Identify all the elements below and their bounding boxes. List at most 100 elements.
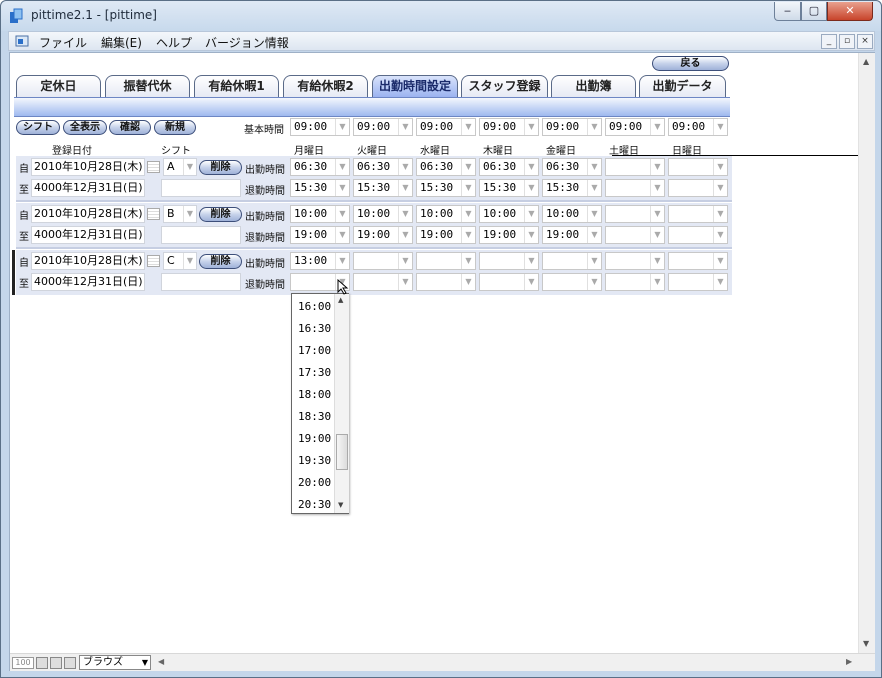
dropdown-option[interactable]: 16:30 [298, 322, 331, 335]
mode-select[interactable]: ブラウズ ▼ [79, 655, 151, 670]
work-in-field-6[interactable]: ▼ [605, 252, 665, 270]
chevron-down-icon[interactable]: ▼ [713, 227, 727, 243]
base-time-field-3[interactable]: 09:00 ▼ [416, 118, 476, 136]
work-out-field-4[interactable]: 15:30 ▼ [479, 179, 539, 197]
chevron-down-icon[interactable]: ▼ [335, 253, 349, 269]
dropdown-option[interactable]: 20:30 [298, 498, 331, 511]
chevron-down-icon[interactable]: ▼ [587, 159, 601, 175]
chevron-down-icon[interactable]: ▼ [650, 227, 664, 243]
work-in-field-3[interactable]: ▼ [416, 252, 476, 270]
chevron-down-icon[interactable]: ▼ [713, 180, 727, 196]
minimize-button[interactable]: ‒ [774, 2, 801, 21]
back-button[interactable]: 戻る [652, 56, 729, 71]
base-time-field-6[interactable]: 09:00 ▼ [605, 118, 665, 136]
base-time-field-1[interactable]: 09:00 ▼ [290, 118, 350, 136]
work-out-field-6[interactable]: ▼ [605, 179, 665, 197]
work-in-field-5[interactable]: 06:30 ▼ [542, 158, 602, 176]
chevron-down-icon[interactable]: ▼ [713, 253, 727, 269]
chevron-down-icon[interactable]: ▼ [650, 180, 664, 196]
menu-help[interactable]: ヘルプ [156, 34, 192, 51]
chevron-down-icon[interactable]: ▼ [524, 274, 538, 290]
chevron-down-icon[interactable]: ▼ [650, 206, 664, 222]
scroll-down-icon[interactable]: ▼ [863, 639, 869, 648]
shift-select[interactable]: B ▼ [163, 205, 197, 223]
work-out-field-6[interactable]: ▼ [605, 226, 665, 244]
work-in-field-1[interactable]: 06:30 ▼ [290, 158, 350, 176]
tab-paid-leave-1[interactable]: 有給休暇1 [194, 75, 279, 97]
chevron-down-icon[interactable]: ▼ [398, 274, 412, 290]
dropdown-option[interactable]: 18:00 [298, 388, 331, 401]
chevron-down-icon[interactable]: ▼ [524, 180, 538, 196]
work-out-field-4[interactable]: ▼ [479, 273, 539, 291]
zoom-level[interactable]: 100 [12, 657, 34, 669]
chevron-down-icon[interactable]: ▼ [650, 119, 664, 135]
tab-attendance-data[interactable]: 出勤データ [639, 75, 726, 97]
chevron-down-icon[interactable]: ▼ [587, 119, 601, 135]
chevron-down-icon[interactable]: ▼ [335, 206, 349, 222]
chevron-down-icon[interactable]: ▼ [524, 253, 538, 269]
window-icon[interactable] [64, 657, 76, 669]
chevron-down-icon[interactable]: ▼ [713, 159, 727, 175]
chevron-down-icon[interactable]: ▼ [183, 159, 196, 175]
dropdown-option[interactable]: 18:30 [298, 410, 331, 423]
work-out-field-7[interactable]: ▼ [668, 179, 728, 197]
mdi-close-button[interactable]: × [857, 34, 873, 49]
work-in-field-7[interactable]: ▼ [668, 252, 728, 270]
work-in-field-3[interactable]: 06:30 ▼ [416, 158, 476, 176]
start-date-field[interactable]: 2010年10月28日(木) [31, 252, 145, 270]
work-in-field-6[interactable]: ▼ [605, 158, 665, 176]
chevron-down-icon[interactable]: ▼ [183, 206, 196, 222]
tab-regular-holiday[interactable]: 定休日 [16, 75, 101, 97]
chevron-down-icon[interactable]: ▼ [650, 274, 664, 290]
end-date-field[interactable]: 4000年12月31日(日) [31, 179, 145, 197]
menu-version[interactable]: バージョン情報 [205, 34, 289, 51]
chevron-down-icon[interactable]: ▼ [524, 227, 538, 243]
chevron-down-icon[interactable]: ▼ [398, 206, 412, 222]
delete-button[interactable]: 削除 [199, 207, 242, 222]
chevron-down-icon[interactable]: ▼ [461, 206, 475, 222]
shift-select[interactable]: A ▼ [163, 158, 197, 176]
dropdown-scroll-thumb[interactable] [336, 434, 348, 470]
work-out-field-5[interactable]: 15:30 ▼ [542, 179, 602, 197]
scroll-right-icon[interactable]: ▶ [846, 657, 852, 666]
work-in-field-2[interactable]: ▼ [353, 252, 413, 270]
chevron-down-icon[interactable]: ▼ [461, 119, 475, 135]
chevron-down-icon[interactable]: ▼ [398, 253, 412, 269]
chevron-down-icon[interactable]: ▼ [650, 159, 664, 175]
scroll-up-icon[interactable]: ▲ [863, 57, 869, 66]
work-out-field-3[interactable]: 15:30 ▼ [416, 179, 476, 197]
shift-note-field[interactable] [161, 179, 241, 197]
calendar-icon[interactable] [147, 255, 160, 267]
chevron-down-icon[interactable]: ▼ [461, 253, 475, 269]
work-out-field-2[interactable]: 15:30 ▼ [353, 179, 413, 197]
delete-button[interactable]: 削除 [199, 160, 242, 175]
tab-work-time-settings[interactable]: 出勤時間設定 [372, 75, 458, 97]
dropdown-option[interactable]: 17:30 [298, 366, 331, 379]
confirm-button[interactable]: 確認 [109, 120, 151, 135]
shift-select[interactable]: C ▼ [163, 252, 197, 270]
work-in-field-6[interactable]: ▼ [605, 205, 665, 223]
close-button[interactable]: ✕ [827, 2, 873, 21]
base-time-field-2[interactable]: 09:00 ▼ [353, 118, 413, 136]
dropdown-option[interactable]: 19:00 [298, 432, 331, 445]
menu-file[interactable]: ファイル [39, 34, 87, 51]
menu-edit[interactable]: 編集(E) [101, 34, 142, 51]
scroll-left-icon[interactable]: ◀ [158, 657, 164, 666]
chevron-down-icon[interactable]: ▼ [713, 119, 727, 135]
end-date-field[interactable]: 4000年12月31日(日) [31, 226, 145, 244]
tab-paid-leave-2[interactable]: 有給休暇2 [283, 75, 368, 97]
scroll-down-icon[interactable]: ▼ [338, 501, 343, 509]
chevron-down-icon[interactable]: ▼ [713, 206, 727, 222]
mdi-minimize-button[interactable]: _ [821, 34, 837, 49]
dropdown-option[interactable]: 17:00 [298, 344, 331, 357]
shift-button[interactable]: シフト [16, 120, 60, 135]
chevron-down-icon[interactable]: ▼ [587, 253, 601, 269]
work-out-field-7[interactable]: ▼ [668, 273, 728, 291]
dropdown-scrollbar[interactable]: ▲ ▼ [334, 294, 349, 513]
start-date-field[interactable]: 2010年10月28日(木) [31, 158, 145, 176]
work-out-field-2[interactable]: 19:00 ▼ [353, 226, 413, 244]
base-time-field-7[interactable]: 09:00 ▼ [668, 118, 728, 136]
chart-icon[interactable] [50, 657, 62, 669]
work-in-field-1[interactable]: 13:00 ▼ [290, 252, 350, 270]
chevron-down-icon[interactable]: ▼ [524, 159, 538, 175]
